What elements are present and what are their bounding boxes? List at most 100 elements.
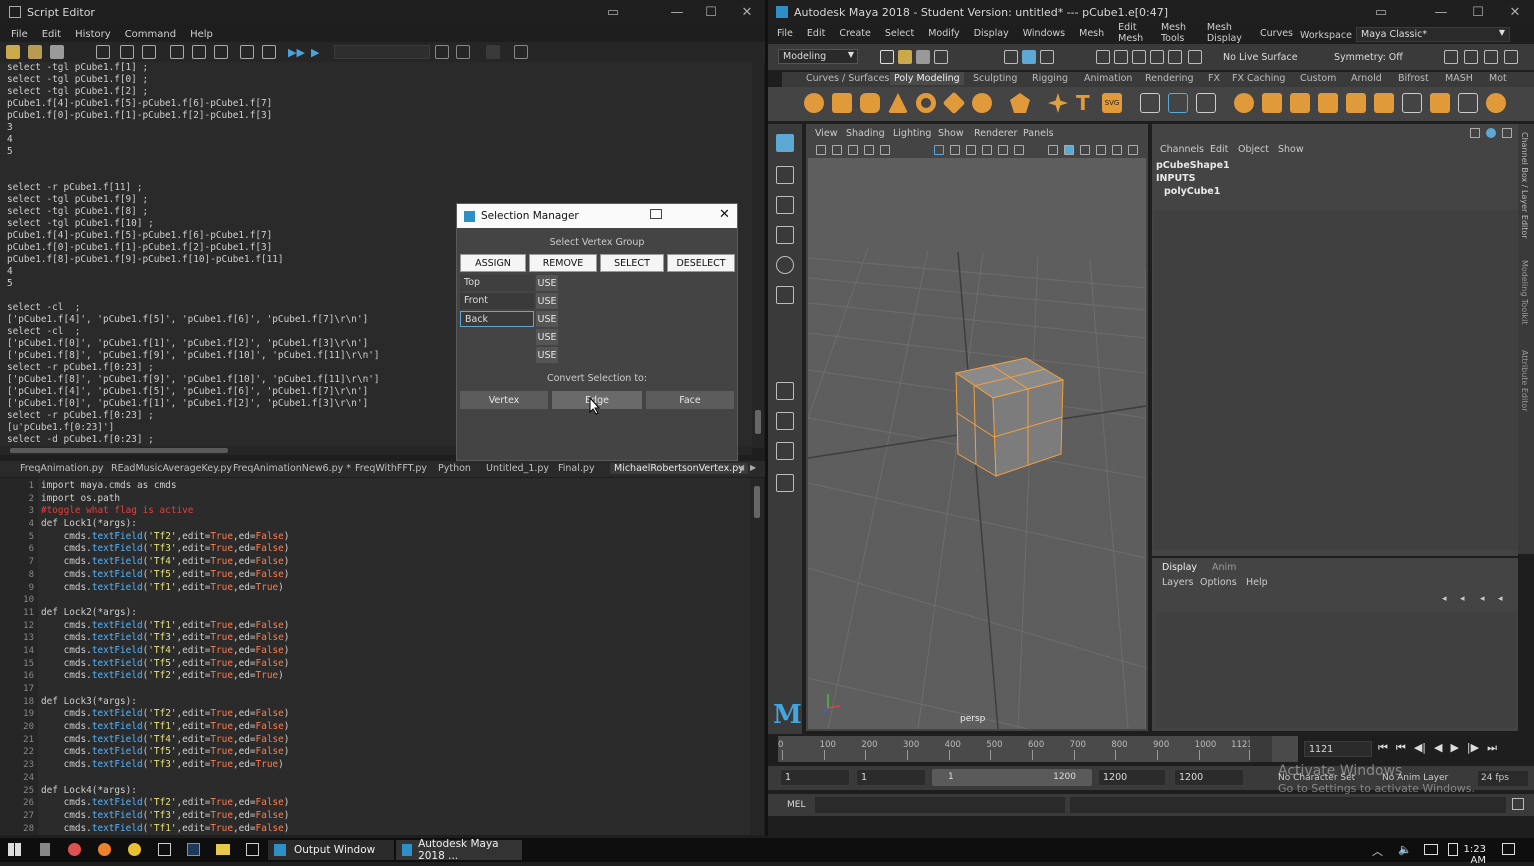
dock-icon[interactable]	[650, 209, 662, 219]
separate-icon[interactable]	[1168, 93, 1188, 113]
use-button-top[interactable]: USE	[536, 275, 558, 291]
shelf-tab-rigging[interactable]: Rigging	[1032, 73, 1068, 84]
snap-point-icon[interactable]	[1132, 50, 1146, 64]
goto-line-icon[interactable]	[456, 45, 470, 59]
code-scroll-thumb[interactable]	[754, 486, 760, 518]
chrome-icon[interactable]	[128, 843, 141, 856]
go-to-start-icon[interactable]: ⏮	[1378, 741, 1388, 757]
four-layout-icon[interactable]	[776, 412, 794, 430]
select-by-hierarchy-icon[interactable]	[1004, 50, 1018, 64]
side-tab-modeling-toolkit[interactable]: Modeling Toolkit	[1520, 260, 1529, 324]
snap-surface-icon[interactable]	[1168, 50, 1182, 64]
file-explorer-icon[interactable]	[216, 844, 230, 855]
search-icon[interactable]	[435, 45, 449, 59]
open-script-icon[interactable]	[6, 45, 20, 59]
channel-icon-3[interactable]	[1502, 128, 1512, 138]
play-backward-icon[interactable]: ◀	[1434, 741, 1442, 757]
taskbar-app-2-icon[interactable]	[68, 843, 81, 856]
vp-menu-lighting[interactable]: Lighting	[893, 128, 931, 139]
move-tool-icon[interactable]	[776, 226, 794, 244]
shelf-tab-poly-modeling[interactable]: Poly Modeling	[890, 72, 964, 85]
clock[interactable]: 1:23 AM	[1450, 844, 1486, 866]
tab-scroll-right-icon[interactable]: ▶	[750, 463, 756, 472]
code-input[interactable]: 1 import maya.cmds as cmds 2 import os.path…	[0, 478, 750, 835]
textured-icon[interactable]	[1096, 145, 1106, 155]
shelf-tab-bifrost[interactable]: Bifrost	[1398, 73, 1429, 84]
maya-menu-file[interactable]: File	[777, 28, 793, 39]
maya-close-button[interactable]: ✕	[1498, 0, 1532, 24]
network-icon[interactable]	[1424, 844, 1438, 855]
notifications-icon[interactable]	[1502, 843, 1515, 855]
field-chart-icon[interactable]	[998, 145, 1008, 155]
symmetry-dropdown[interactable]: Symmetry: Off	[1334, 52, 1403, 63]
playback-start-field[interactable]: 1	[856, 769, 926, 786]
poly-cone-icon[interactable]	[888, 93, 908, 113]
script-editor-launch-icon[interactable]	[1512, 798, 1524, 810]
poly-disc-icon[interactable]	[972, 93, 992, 113]
history-hscroll-thumb[interactable]	[10, 448, 228, 453]
shelf-tab-fx-caching[interactable]: FX Caching	[1232, 73, 1285, 84]
open-scene-icon[interactable]	[898, 50, 912, 64]
shelf-tab-mot[interactable]: Mot	[1489, 73, 1507, 84]
face-button[interactable]: Face	[646, 391, 734, 409]
live-surface-label[interactable]: No Live Surface	[1223, 52, 1298, 63]
snap-curve-icon[interactable]	[1114, 50, 1128, 64]
pcube-mesh[interactable]	[954, 357, 1065, 477]
layout-input-icon[interactable]	[192, 45, 206, 59]
combine-icon[interactable]	[1140, 93, 1160, 113]
clear-history-icon[interactable]	[120, 45, 134, 59]
side-tab-channel-box[interactable]: Channel Box / Layer Editor	[1520, 132, 1529, 239]
use-all-lights-icon[interactable]	[1112, 145, 1122, 155]
lock-camera-icon[interactable]	[864, 145, 874, 155]
vp-menu-panels[interactable]: Panels	[1023, 128, 1054, 139]
tab-michaelrobertsonvertex[interactable]: MichaelRobertsonVertex.py	[610, 463, 748, 474]
wireframe-on-shaded-icon[interactable]	[1080, 145, 1090, 155]
target-weld-icon[interactable]	[1430, 93, 1450, 113]
poly-plane-icon[interactable]	[942, 91, 966, 115]
range-slider[interactable]: 1 1200	[932, 769, 1092, 786]
taskbar-app-5-icon[interactable]	[158, 843, 171, 856]
tab-freqanimationnew6[interactable]: FreqAnimationNew6.py *	[233, 463, 351, 474]
snap-plane-icon[interactable]	[1150, 50, 1164, 64]
render-view-icon[interactable]	[1444, 50, 1458, 64]
vertex-button[interactable]: Vertex	[460, 391, 548, 409]
volume-icon[interactable]: 🔈	[1398, 843, 1412, 856]
anim-start-field[interactable]: 1	[780, 769, 850, 786]
channel-icon-1[interactable]	[1470, 128, 1480, 138]
shelf-tab-arnold[interactable]: Arnold	[1351, 73, 1382, 84]
select-by-object-icon[interactable]	[1040, 50, 1054, 64]
select-tool-icon[interactable]	[776, 134, 794, 152]
shelf-tab-curves[interactable]: Curves / Surfaces	[806, 73, 889, 84]
command-input[interactable]	[815, 797, 1065, 813]
rotate-tool-icon[interactable]	[776, 256, 794, 274]
resolution-gate-icon[interactable]	[966, 145, 976, 155]
select-button[interactable]: SELECT	[600, 254, 664, 272]
render-settings-icon[interactable]	[1504, 50, 1518, 64]
close-button[interactable]: ✕	[730, 0, 764, 24]
current-frame-field[interactable]: 1121	[1304, 741, 1372, 757]
boolean-icon[interactable]	[1234, 93, 1254, 113]
maya-menu-select[interactable]: Select	[885, 28, 914, 39]
use-button-5[interactable]: USE	[536, 347, 558, 363]
layer-menu-help[interactable]: Help	[1246, 577, 1268, 588]
tab-readmusic[interactable]: REadMusicAverageKey.py	[111, 463, 232, 474]
restore-tab-icon[interactable]: ▭	[596, 0, 630, 24]
source-script-icon[interactable]	[28, 45, 42, 59]
new-layer-selected-icon[interactable]: ◂	[1498, 594, 1503, 604]
group-field-4[interactable]	[460, 329, 534, 345]
menu-command[interactable]: Command	[125, 29, 176, 40]
channel-menu-edit[interactable]: Edit	[1210, 144, 1228, 155]
tab-python[interactable]: Python	[438, 463, 471, 474]
film-gate-icon[interactable]	[950, 145, 960, 155]
indent-icon[interactable]	[262, 45, 276, 59]
line-numbers-icon[interactable]	[240, 45, 254, 59]
layout-history-icon[interactable]	[170, 45, 184, 59]
platonic-solid-icon[interactable]	[1010, 93, 1030, 113]
go-to-end-icon[interactable]: ⏭	[1487, 741, 1497, 757]
options-icon[interactable]	[514, 45, 528, 59]
history-scroll-thumb[interactable]	[755, 410, 761, 434]
outliner-layout-icon[interactable]	[776, 474, 794, 492]
camera-attr-icon[interactable]	[816, 145, 826, 155]
taskbar-app-1-icon[interactable]	[40, 843, 50, 856]
maya-menu-windows[interactable]: Windows	[1023, 28, 1065, 39]
